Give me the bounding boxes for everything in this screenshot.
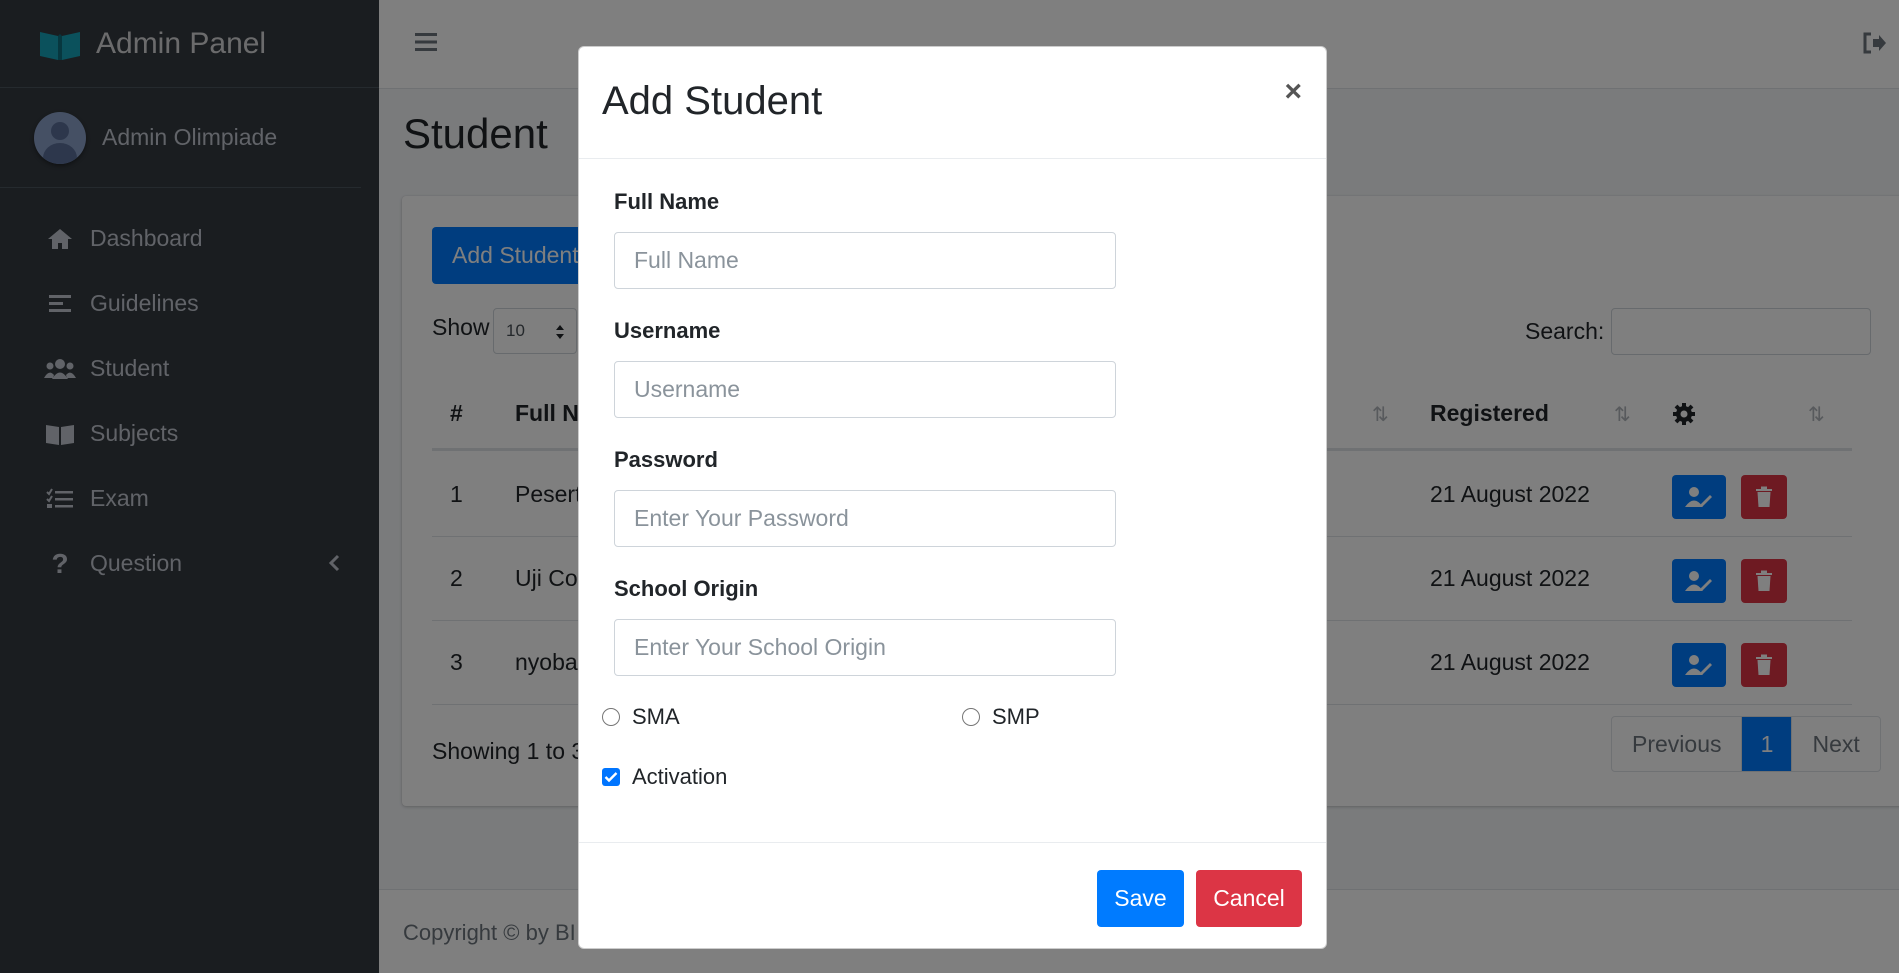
username-input[interactable] [614,361,1116,418]
username-group: Username [614,318,1116,418]
smp-radio[interactable] [962,708,980,726]
full-name-group: Full Name [614,189,1116,289]
sma-label: SMA [632,704,680,729]
activation-label: Activation [632,764,728,789]
modal-header: Add Student × [579,47,1326,159]
password-label: Password [614,447,718,472]
full-name-input[interactable] [614,232,1116,289]
modal-footer: Save Cancel [579,842,1326,949]
save-button[interactable]: Save [1097,870,1184,927]
password-input[interactable] [614,490,1116,547]
password-group: Password [614,447,1116,547]
check-icon [604,772,618,783]
add-student-modal: Add Student × Full Name Username Passwor… [578,46,1327,949]
close-button[interactable]: × [1284,75,1302,109]
username-label: Username [614,318,721,343]
school-origin-group: School Origin [614,576,1116,676]
smp-label: SMP [992,704,1040,729]
sma-radio[interactable] [602,708,620,726]
radio-sma[interactable]: SMA [602,704,680,730]
modal-title: Add Student [602,79,823,123]
activation-checkbox-row[interactable]: Activation [602,764,727,790]
school-origin-label: School Origin [614,576,759,601]
full-name-label: Full Name [614,189,720,214]
activation-checkbox[interactable] [602,768,620,786]
cancel-button[interactable]: Cancel [1196,870,1302,927]
radio-smp[interactable]: SMP [962,704,1040,730]
school-origin-input[interactable] [614,619,1116,676]
